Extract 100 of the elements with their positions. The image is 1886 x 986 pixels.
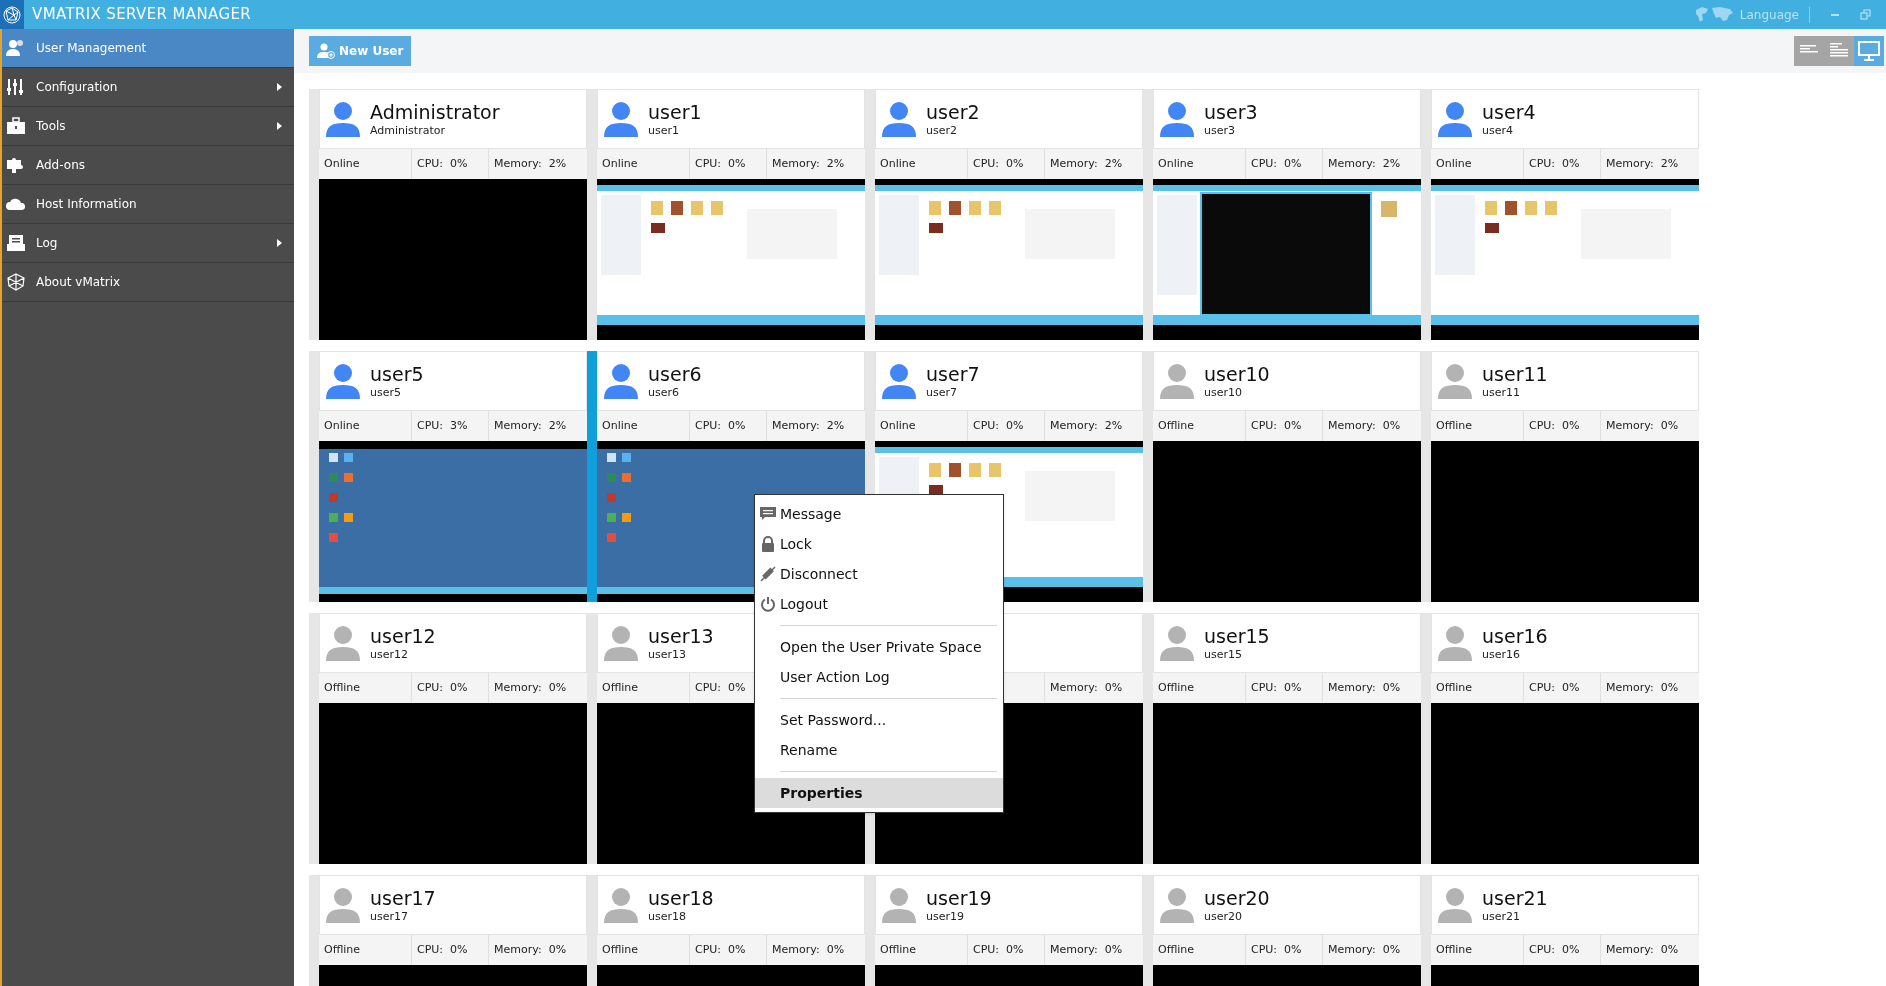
memory-usage: Memory: 0% xyxy=(772,941,845,958)
login-name: user12 xyxy=(370,648,409,662)
memory-usage: Memory: 2% xyxy=(1328,155,1401,172)
status-text: Online xyxy=(602,155,638,172)
user-card[interactable]: user10 user10 Offline CPU: 0% Memory: 0% xyxy=(1143,351,1421,602)
status-text: Offline xyxy=(602,679,639,696)
memory-usage: Memory: 2% xyxy=(1050,417,1123,434)
memory-usage: Memory: 0% xyxy=(1050,941,1123,958)
login-name: user6 xyxy=(648,386,680,400)
sliders-icon xyxy=(6,78,26,96)
status-text: Online xyxy=(324,155,360,172)
user-card[interactable]: user1 user1 Online CPU: 0% Memory: 2% xyxy=(587,89,865,340)
login-name: user19 xyxy=(926,910,965,924)
user-name: user20 xyxy=(1204,886,1270,910)
cpu-usage: CPU: 0% xyxy=(417,941,468,958)
user-card[interactable]: user19 user19 Offline CPU: 0% Memory: 0% xyxy=(865,875,1143,986)
menu-item[interactable]: Rename xyxy=(755,735,1003,765)
user-card[interactable]: user18 user18 Offline CPU: 0% Memory: 0% xyxy=(587,875,865,986)
user-card[interactable]: user20 user20 Offline CPU: 0% Memory: 0% xyxy=(1143,875,1421,986)
puzzle-icon xyxy=(6,156,26,174)
cpu-usage: CPU: 0% xyxy=(1529,417,1580,434)
user-name: user18 xyxy=(648,886,714,910)
list-view-icon[interactable] xyxy=(1794,36,1824,66)
user-name: user11 xyxy=(1482,362,1548,386)
window-title: VMATRIX SERVER MANAGER xyxy=(32,4,252,26)
user-card[interactable]: user21 user21 Offline CPU: 0% Memory: 0% xyxy=(1421,875,1699,986)
logo-icon xyxy=(0,0,24,29)
cpu-usage: CPU: 0% xyxy=(695,941,746,958)
cpu-usage: CPU: 0% xyxy=(973,155,1024,172)
menu-item[interactable]: Logout xyxy=(755,589,1003,619)
user-name: user4 xyxy=(1482,100,1536,124)
status-text: Offline xyxy=(324,679,361,696)
cpu-usage: CPU: 0% xyxy=(1529,679,1580,696)
user-name: user17 xyxy=(370,886,436,910)
status-text: Online xyxy=(324,417,360,434)
menu-item[interactable]: Lock xyxy=(755,529,1003,559)
user-name: Administrator xyxy=(370,100,500,124)
message-icon xyxy=(759,507,776,521)
user-card[interactable]: user15 user15 Offline CPU: 0% Memory: 0% xyxy=(1143,613,1421,864)
world-map-icon xyxy=(1693,4,1734,25)
user-name: user6 xyxy=(648,362,702,386)
menu-item[interactable]: Properties xyxy=(755,778,1003,808)
memory-usage: Memory: 2% xyxy=(494,155,567,172)
memory-usage: Memory: 0% xyxy=(1328,417,1401,434)
users-icon xyxy=(6,39,26,57)
user-name: user19 xyxy=(926,886,992,910)
user-card[interactable]: user17 user17 Offline CPU: 0% Memory: 0% xyxy=(309,875,587,986)
menu-item[interactable]: Disconnect xyxy=(755,559,1003,589)
user-card[interactable]: user12 user12 Offline CPU: 0% Memory: 0% xyxy=(309,613,587,864)
cpu-usage: CPU: 0% xyxy=(973,417,1024,434)
cpu-usage: CPU: 0% xyxy=(417,155,468,172)
status-text: Offline xyxy=(1436,941,1473,958)
login-name: user21 xyxy=(1482,910,1521,924)
user-name: user7 xyxy=(926,362,980,386)
user-card[interactable]: user3 user3 Online CPU: 0% Memory: 2% xyxy=(1143,89,1421,340)
user-card[interactable]: user11 user11 Offline CPU: 0% Memory: 0% xyxy=(1421,351,1699,602)
menu-item[interactable]: Open the User Private Space xyxy=(755,632,1003,662)
cpu-usage: CPU: 0% xyxy=(1529,155,1580,172)
memory-usage: Memory: 0% xyxy=(1606,417,1679,434)
sidebar-item[interactable]: User Management xyxy=(2,29,294,68)
menu-item[interactable]: User Action Log xyxy=(755,662,1003,692)
memory-usage: Memory: 0% xyxy=(1328,679,1401,696)
cpu-usage: CPU: 0% xyxy=(695,679,746,696)
cpu-usage: CPU: 0% xyxy=(695,155,746,172)
memory-usage: Memory: 0% xyxy=(1050,679,1123,696)
memory-usage: Memory: 0% xyxy=(1606,941,1679,958)
user-name: user3 xyxy=(1204,100,1258,124)
user-name: user12 xyxy=(370,624,436,648)
status-text: Offline xyxy=(1158,417,1195,434)
status-text: Online xyxy=(1436,155,1472,172)
user-card[interactable]: user4 user4 Online CPU: 0% Memory: 2% xyxy=(1421,89,1699,340)
menu-item[interactable]: Message xyxy=(755,499,1003,529)
user-name: user21 xyxy=(1482,886,1548,910)
monitor-view-icon[interactable] xyxy=(1854,36,1884,66)
cpu-usage: CPU: 0% xyxy=(1529,941,1580,958)
login-name: user10 xyxy=(1204,386,1243,400)
cpu-usage: CPU: 0% xyxy=(1251,417,1302,434)
user-name: user10 xyxy=(1204,362,1270,386)
user-card[interactable]: Administrator Administrator Online CPU: 0% Memory: 2% xyxy=(309,89,587,340)
memory-usage: Memory: 2% xyxy=(1050,155,1123,172)
login-name: user1 xyxy=(648,124,680,138)
user-card[interactable]: user2 user2 Online CPU: 0% Memory: 2% xyxy=(865,89,1143,340)
status-text: Offline xyxy=(324,941,361,958)
details-view-icon[interactable] xyxy=(1824,36,1854,66)
login-name: user20 xyxy=(1204,910,1243,924)
power-icon xyxy=(759,596,776,612)
user-card[interactable]: user5 user5 Online CPU: 3% Memory: 2% xyxy=(309,351,587,602)
cpu-usage: CPU: 0% xyxy=(973,941,1024,958)
memory-usage: Memory: 2% xyxy=(494,417,567,434)
status-text: Online xyxy=(1158,155,1194,172)
inbox-icon xyxy=(6,234,26,252)
login-name: Administrator xyxy=(370,124,446,138)
memory-usage: Memory: 0% xyxy=(494,941,567,958)
memory-usage: Memory: 2% xyxy=(1606,155,1679,172)
cpu-usage: CPU: 0% xyxy=(695,417,746,434)
menu-item[interactable]: Set Password... xyxy=(755,705,1003,735)
status-text: Offline xyxy=(1436,417,1473,434)
plug-icon xyxy=(759,566,776,582)
user-card[interactable]: user16 user16 Offline CPU: 0% Memory: 0% xyxy=(1421,613,1699,864)
minimize-icon xyxy=(1831,13,1839,16)
